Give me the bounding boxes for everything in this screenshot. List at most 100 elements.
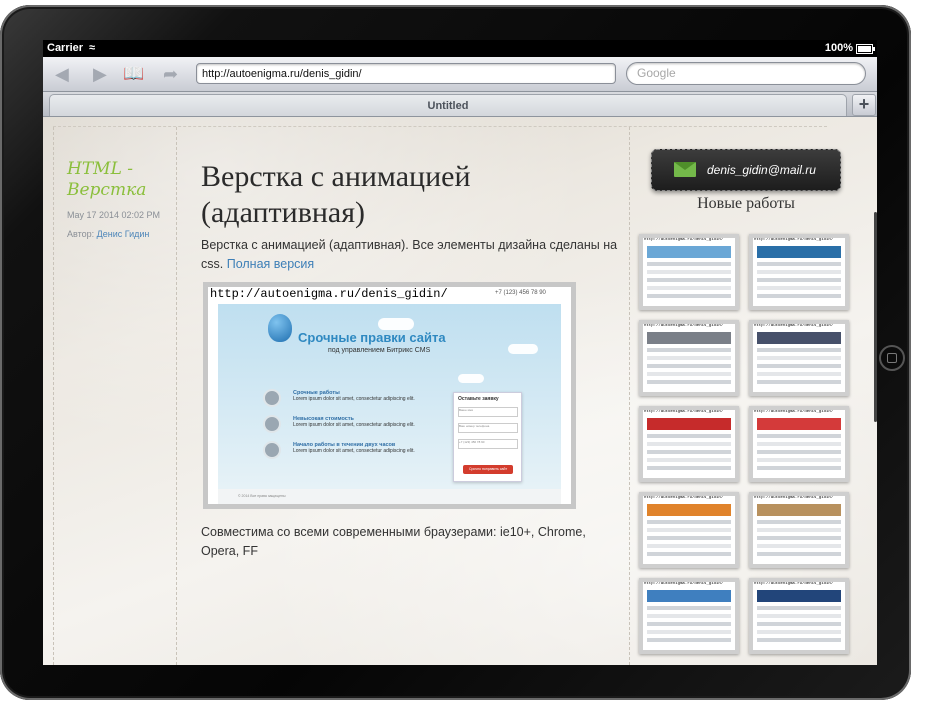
battery-icon [856,44,875,54]
portfolio-thumbnail[interactable]: http://autoenigma.ru/denis_gidin/ [749,234,849,310]
thumbnail-header [757,332,841,344]
preview-footer: © 2014 Все права защищены [218,489,561,504]
cloud-icon [458,374,484,383]
thumbnail-url: http://autoenigma.ru/denis_gidin/ [644,324,724,328]
thumbnail-url: http://autoenigma.ru/denis_gidin/ [754,238,834,242]
post-author: Автор: Денис Гидин [67,229,149,239]
bookmarks-book-icon[interactable]: 📖 [123,64,144,84]
portfolio-thumbnail[interactable]: http://autoenigma.ru/denis_gidin/ [749,578,849,654]
thumbnail-header [647,332,731,344]
thumbnail-row [757,520,841,524]
compat-text: Совместима со всеми современными браузер… [201,525,586,558]
thumbnail-row [757,458,841,462]
thumbnail-row [757,270,841,274]
top-divider [53,126,827,127]
thumbnail-url: http://autoenigma.ru/denis_gidin/ [644,496,724,500]
thumbnail-url: http://autoenigma.ru/denis_gidin/ [754,496,834,500]
thumbnail-row [647,286,731,290]
thumbnail-header [757,504,841,516]
thumbnail-row [647,380,731,384]
preview-subheadline: под управлением Битрикс CMS [328,347,431,354]
thumbnail-row [647,270,731,274]
portfolio-thumbnail[interactable]: http://autoenigma.ru/denis_gidin/ [639,234,739,310]
thumbnail-row [757,614,841,618]
thumbnail-header [647,246,731,258]
thumbnail-url: http://autoenigma.ru/denis_gidin/ [644,410,724,414]
form-title: Оставьте заявку [458,396,499,402]
back-arrow-icon[interactable]: ◀ [55,64,69,84]
new-works-title: Новые работы [697,195,795,212]
hourglass-icon [263,441,281,459]
thumbnail-header [757,590,841,602]
thumbnail-row [757,442,841,446]
thumbnail-header [757,246,841,258]
portfolio-thumbnail[interactable]: http://autoenigma.ru/denis_gidin/ [639,578,739,654]
portfolio-thumbnail[interactable]: http://autoenigma.ru/denis_gidin/ [639,406,739,482]
thumbnail-row [647,466,731,470]
full-version-link[interactable]: Полная версия [227,257,314,271]
preview-hero: Срочные правки сайта под управлением Бит… [218,304,561,489]
thumbnail-row [757,536,841,540]
thumbnail-header [647,418,731,430]
email-address[interactable]: denis_gidin@mail.ru [707,163,816,177]
thumbnail-url: http://autoenigma.ru/denis_gidin/ [644,238,724,242]
browser-toolbar: ◀ ▶ 📖 ➦ http://autoenigma.ru/denis_gidin… [43,57,877,92]
thumbnail-header [647,590,731,602]
thumbnail-row [757,638,841,642]
home-button[interactable] [879,345,905,371]
ipad-screen: Carrier ≈ 100% ◀ ▶ 📖 ➦ http://autoenigma… [43,40,877,665]
thumbnail-row [647,536,731,540]
divider [629,127,630,665]
preview-headline: Срочные правки сайта [298,330,446,345]
portfolio-thumbnail[interactable]: http://autoenigma.ru/denis_gidin/ [639,320,739,396]
clock-icon [263,389,281,407]
thumbnail-row [647,458,731,462]
page-title: Верстка с анимацией (адаптивная) [201,160,471,229]
preview-image[interactable]: http://autoenigma.ru/denis_gidin/ +7 (12… [203,282,576,509]
thumbnail-row [647,442,731,446]
search-input[interactable]: Google [626,62,866,85]
divider [176,127,177,665]
portfolio-thumbnail[interactable]: http://autoenigma.ru/denis_gidin/ [749,492,849,568]
new-tab-button[interactable]: + [852,94,876,116]
thumbnail-row [757,380,841,384]
portfolio-thumbnail[interactable]: http://autoenigma.ru/denis_gidin/ [749,406,849,482]
thumbnail-row [647,544,731,548]
tab-untitled[interactable]: Untitled [49,94,847,116]
share-icon[interactable]: ➦ [163,64,178,84]
portfolio-thumbnail[interactable]: http://autoenigma.ru/denis_gidin/ [639,492,739,568]
price-icon [263,415,281,433]
portfolio-thumbnail[interactable]: http://autoenigma.ru/denis_gidin/ [749,320,849,396]
scroll-indicator[interactable] [874,212,877,422]
carrier-label: Carrier [47,42,84,54]
forward-arrow-icon[interactable]: ▶ [93,64,107,84]
thumbnail-row [647,356,731,360]
form-submit: Срочно поправить сайт [463,465,513,474]
preview-feature: Невысокая стоимость Lorem ipsum dolor sit… [293,416,415,428]
thumbnail-row [757,466,841,470]
balloon-icon [268,314,292,342]
category-link[interactable]: HTML - Верстка [67,159,177,201]
post-date: May 17 2014 02:02 PM [67,210,161,220]
thumbnail-row [647,294,731,298]
thumbnail-url: http://autoenigma.ru/denis_gidin/ [754,324,834,328]
thumbnail-row [757,356,841,360]
preview-feature: Срочные работы Lorem ipsum dolor sit amet… [293,390,415,402]
thumbnail-header [647,504,731,516]
author-label: Автор: [67,229,95,239]
address-bar[interactable]: http://autoenigma.ru/denis_gidin/ [196,63,616,84]
author-link[interactable]: Денис Гидин [97,229,150,239]
form-field: Ваш номер телефона [458,423,518,433]
thumbnail-row [647,630,731,634]
thumbnail-row [757,372,841,376]
preview-form: Оставьте заявку Ваше имя Ваш номер телеф… [453,392,522,482]
thumbnail-header [757,418,841,430]
preview-phone: +7 (123) 456 78 90 [495,290,546,296]
thumbnail-row [647,364,731,368]
thumbnail-row [647,434,731,438]
thumbnail-row [647,622,731,626]
tab-bar: Untitled + [43,92,877,117]
thumbnail-row [647,638,731,642]
email-badge[interactable]: denis_gidin@mail.ru [651,149,841,191]
preview-url: http://autoenigma.ru/denis_gidin/ [210,287,448,301]
